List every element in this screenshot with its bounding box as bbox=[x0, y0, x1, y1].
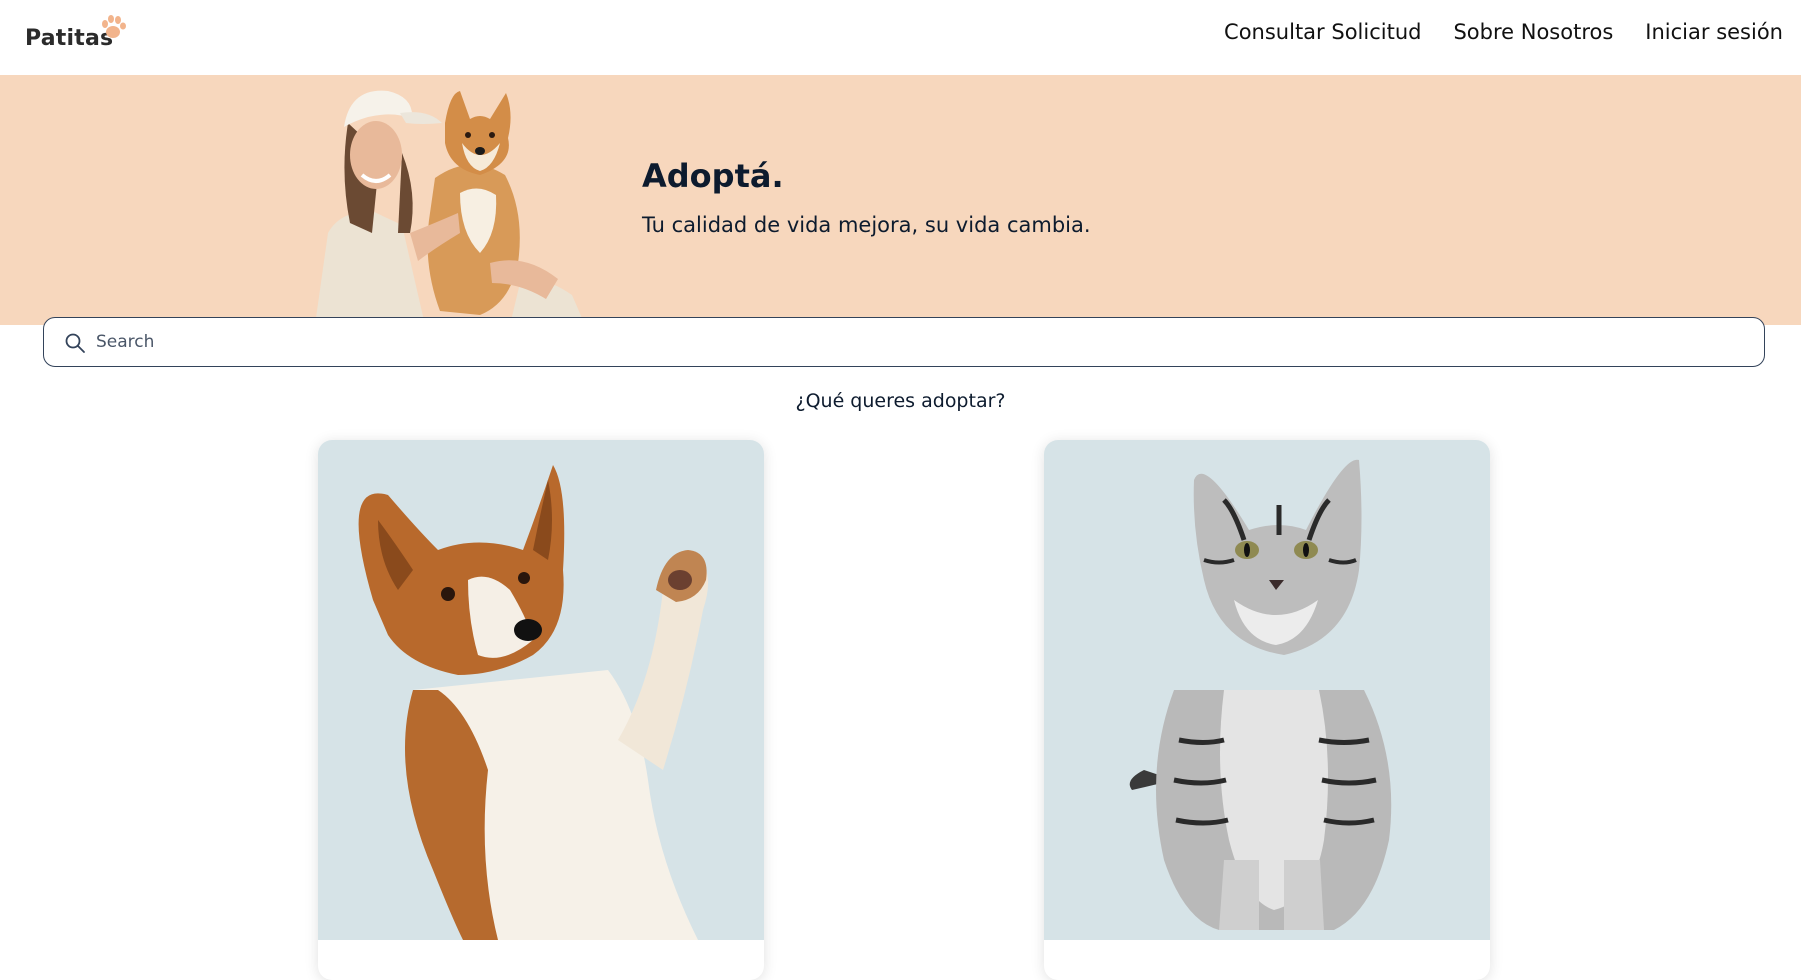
site-header: Patitas Consultar Solicitud Sobre Nosotr… bbox=[0, 0, 1801, 75]
hero-subtitle: Tu calidad de vida mejora, su vida cambi… bbox=[642, 213, 1091, 237]
cat-image bbox=[1044, 440, 1490, 940]
search-bar bbox=[43, 317, 1765, 367]
nav-consultar-solicitud[interactable]: Consultar Solicitud bbox=[1224, 20, 1421, 44]
hero-title: Adoptá. bbox=[642, 157, 784, 195]
hero-banner: Adoptá. Tu calidad de vida mejora, su vi… bbox=[0, 75, 1801, 325]
dog-card[interactable] bbox=[318, 440, 764, 980]
logo[interactable]: Patitas bbox=[25, 12, 135, 52]
nav-iniciar-sesion[interactable]: Iniciar sesión bbox=[1645, 20, 1783, 44]
adopt-question: ¿Qué queres adoptar? bbox=[795, 390, 1006, 412]
dog-image bbox=[318, 440, 764, 940]
paw-icon bbox=[102, 15, 126, 38]
hero-woman-with-dog-image bbox=[315, 90, 585, 325]
nav-sobre-nosotros[interactable]: Sobre Nosotros bbox=[1453, 20, 1613, 44]
search-icon bbox=[65, 333, 85, 353]
main-nav: Consultar Solicitud Sobre Nosotros Inici… bbox=[1224, 20, 1783, 44]
search-input[interactable] bbox=[96, 326, 1736, 358]
cat-card[interactable] bbox=[1044, 440, 1490, 980]
